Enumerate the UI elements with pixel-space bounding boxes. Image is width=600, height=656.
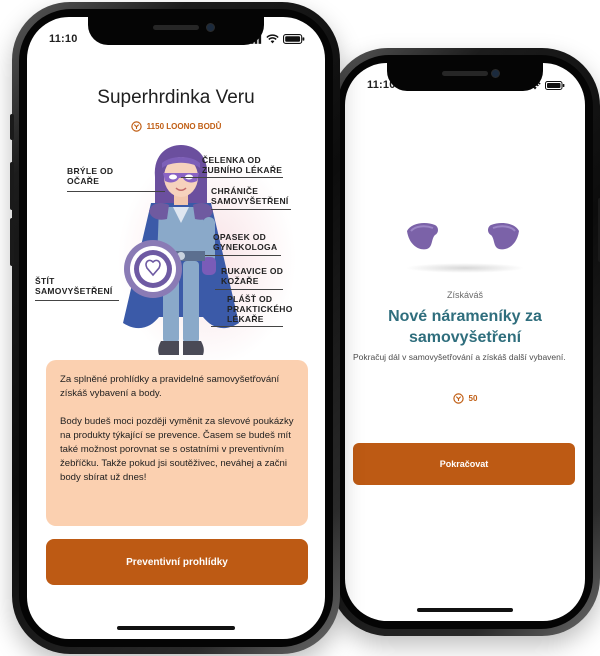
- label-belt-line: [205, 255, 281, 256]
- label-headband: ČELENKA OD ZUBNÍHO LÉKAŘE: [202, 155, 282, 175]
- label-glasses-line: [67, 191, 165, 192]
- front-camera: [206, 23, 215, 32]
- volume-up-button: [10, 162, 14, 210]
- label-gloves-line-2: KOŽAŘE: [221, 276, 259, 286]
- label-headband-line: [181, 177, 283, 178]
- wifi-icon: [266, 34, 279, 44]
- info-paragraph-2: Body budeš moci později vyměnit za slevo…: [60, 416, 294, 483]
- label-headband-line-2: ZUBNÍHO LÉKAŘE: [202, 165, 283, 175]
- label-cape-line-2: PRAKTICKÉHO: [227, 304, 293, 314]
- points-balance-value: 1150 LOONO BODŮ: [146, 122, 222, 131]
- battery-icon: [545, 80, 565, 90]
- gain-label: Získáváš: [446, 290, 483, 300]
- label-gloves-line: [215, 289, 283, 290]
- info-paragraph-1: Za splněné prohlídky a pravidelné samovy…: [60, 374, 280, 399]
- label-headband-line-1: ČELENKA OD: [202, 155, 261, 165]
- label-cape-line-3: LÉKAŘE: [227, 314, 264, 324]
- label-glasses-line-2: OČAŘE: [67, 176, 100, 186]
- reward-points: 50: [345, 393, 585, 404]
- phone-frame-right: 11:10 Získáváš Nové nárameníky za samovy…: [330, 48, 600, 636]
- label-shield-line-2: SAMOVYŠETŘENÍ: [35, 286, 113, 296]
- label-cape-line-1: PLÁŠŤ OD: [227, 294, 273, 304]
- page-title: Superhrdinka Veru: [97, 87, 255, 108]
- label-shield: ŠTÍT SAMOVYŠETŘENÍ: [35, 276, 113, 296]
- label-glasses-line-1: BRÝLE OD: [67, 166, 114, 176]
- superhero-illustration: [123, 145, 239, 355]
- label-shoulder-guards-line: [211, 209, 291, 210]
- label-cape: PLÁŠŤ OD PRAKTICKÉHO LÉKAŘE: [227, 294, 293, 324]
- label-glasses: BRÝLE OD OČAŘE: [67, 166, 113, 186]
- reward-illustration: [345, 213, 585, 273]
- volume-down-button: [10, 218, 14, 266]
- info-card: Za splněné prohlídky a pravidelné samovy…: [46, 360, 308, 526]
- continue-button[interactable]: Pokračovat: [353, 443, 575, 485]
- label-shield-line: [35, 300, 119, 301]
- label-belt-line-1: OPASEK OD: [213, 232, 267, 242]
- label-gloves-line-1: RUKAVICE OD: [221, 266, 284, 276]
- label-cape-line: [211, 326, 283, 327]
- label-belt-line-2: GYNEKOLOGA: [213, 242, 278, 252]
- speaker: [442, 71, 488, 76]
- label-belt: OPASEK OD GYNEKOLOGA: [213, 232, 277, 252]
- label-shield-line-1: ŠTÍT: [35, 276, 55, 286]
- left-pauldron-icon: [407, 223, 438, 250]
- status-time: 11:10: [49, 33, 78, 45]
- notch: [387, 63, 543, 91]
- shield: [124, 240, 182, 298]
- label-shoulder-guards-line-1: CHRÁNIČE: [211, 186, 259, 196]
- reward-points-value: 50: [468, 394, 478, 403]
- reward-title: Nové nárameníky za samovyšetření: [388, 308, 542, 346]
- phone-frame-left: 11:10 Superhrdinka Veru 1150 LOONO BODŮ: [10, 2, 340, 654]
- preventive-checkups-button[interactable]: Preventivní prohlídky: [46, 539, 308, 585]
- notch: [88, 17, 264, 45]
- front-camera: [491, 69, 500, 78]
- reward-description: Pokračuj dál v samovyšetřování a získáš …: [353, 352, 566, 362]
- label-shoulder-guards: CHRÁNIČE SAMOVYŠETŘENÍ: [211, 186, 289, 206]
- loono-coin-icon: [130, 121, 142, 132]
- home-indicator[interactable]: [117, 626, 235, 630]
- reward-shadow: [405, 263, 525, 273]
- label-shoulder-guards-line-2: SAMOVYŠETŘENÍ: [211, 196, 289, 206]
- loono-coin-icon: [452, 393, 464, 404]
- mute-switch: [10, 114, 14, 140]
- superhero-screen: 11:10 Superhrdinka Veru 1150 LOONO BODŮ: [27, 17, 325, 639]
- speaker: [153, 25, 199, 30]
- points-balance: 1150 LOONO BODŮ: [27, 121, 325, 132]
- battery-icon: [283, 34, 305, 44]
- label-gloves: RUKAVICE OD KOŽAŘE: [221, 266, 283, 286]
- right-pauldron-icon: [488, 223, 519, 250]
- reward-screen: 11:10 Získáváš Nové nárameníky za samovy…: [345, 63, 585, 621]
- home-indicator[interactable]: [417, 608, 513, 612]
